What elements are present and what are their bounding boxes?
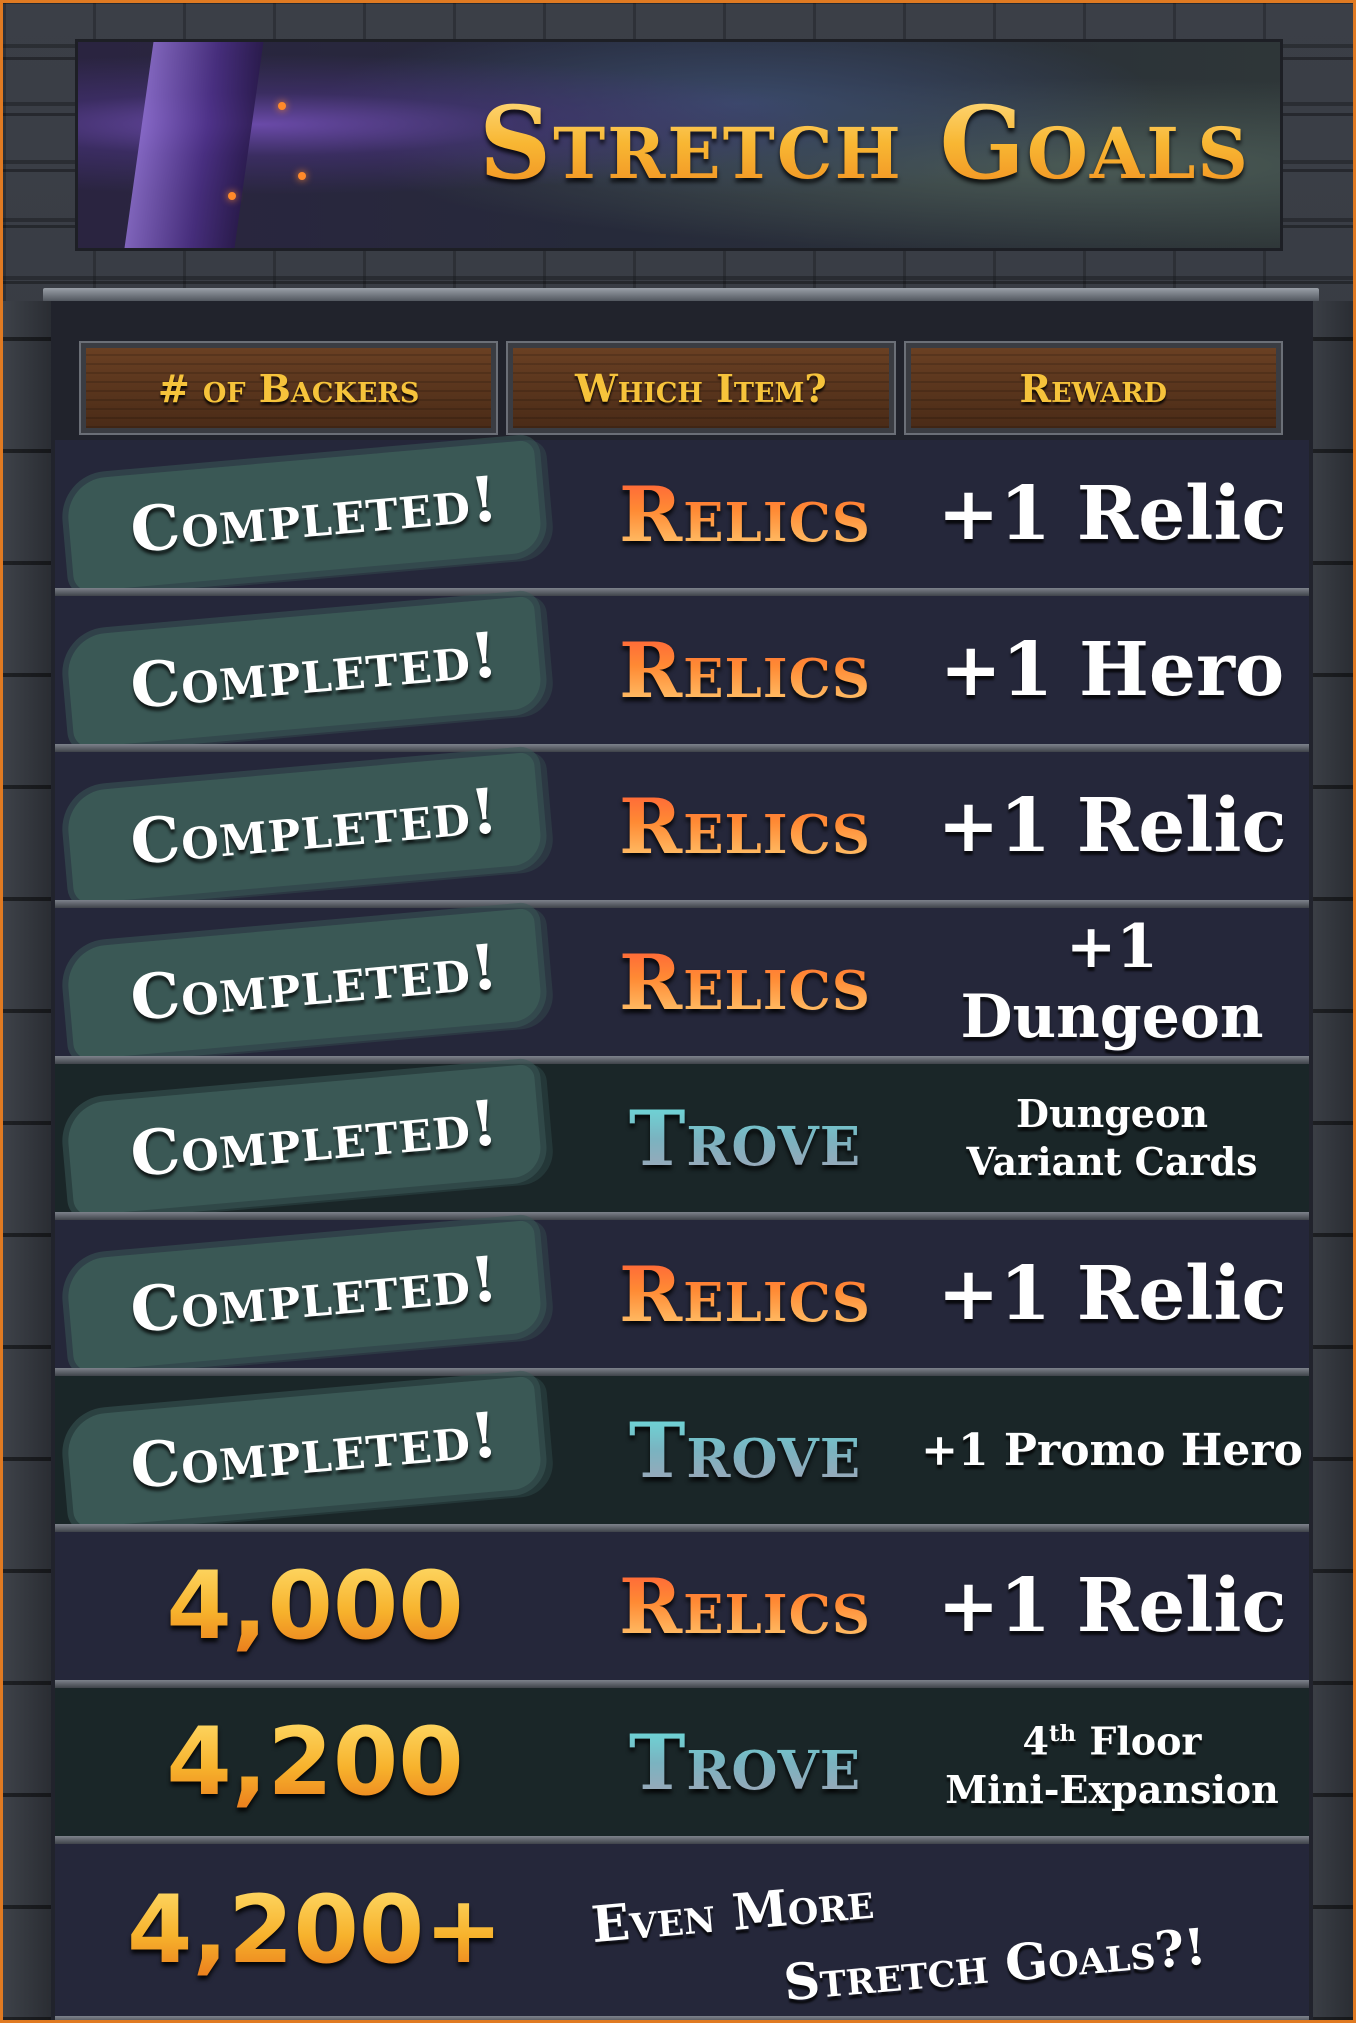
goal-cell: Completed!	[55, 751, 575, 905]
reward-label: +1 Relic	[937, 783, 1287, 869]
item-label: Trove	[628, 1717, 862, 1807]
item-label: Relics	[618, 1249, 872, 1339]
backer-goal-number: 4,200	[166, 1707, 464, 1817]
item-cell: Relics	[575, 470, 915, 559]
goal-cell: Completed!	[55, 1063, 575, 1217]
stretch-goals-poster: Stretch Goals # of Backers Which Item? R…	[0, 0, 1356, 2023]
item-label: Relics	[618, 937, 872, 1027]
header-reward: Reward	[903, 341, 1284, 435]
reward-cell: +1 Relic	[915, 1563, 1309, 1649]
backer-goal-number: 4,200+	[126, 1875, 504, 1985]
table-row: Completed! Relics +1 Relic	[55, 751, 1309, 908]
item-cell: Relics	[575, 1250, 915, 1339]
page-title: Stretch Goals	[478, 84, 1250, 202]
title-banner: Stretch Goals	[75, 39, 1283, 251]
table-row: Completed! Trove +1 Promo Hero	[55, 1375, 1309, 1532]
reward-cell: +1 Promo Hero	[915, 1425, 1309, 1476]
goal-cell: Completed!	[55, 907, 575, 1061]
item-label: Trove	[628, 1405, 862, 1495]
reward-label: +1 Relic	[937, 1251, 1287, 1337]
table-row: Completed! Trove Dungeon Variant Cards	[55, 1063, 1309, 1220]
goal-cell: Completed!	[55, 439, 575, 593]
backer-goal-number: 4,000	[166, 1551, 464, 1661]
purple-blade-art	[118, 42, 268, 248]
table-header: # of Backers Which Item? Reward	[78, 341, 1284, 435]
reward-label: +1 Relic	[937, 471, 1287, 557]
floor-number: 4	[1022, 1718, 1049, 1764]
item-label: Relics	[618, 469, 872, 559]
reward-cell: +1 Relic	[915, 1251, 1309, 1337]
metal-ledge	[43, 288, 1319, 302]
reward-cell: Dungeon Variant Cards	[915, 1090, 1309, 1186]
goal-cell: Completed!	[55, 1375, 575, 1529]
reward-line-2: Variant Cards	[966, 1139, 1258, 1184]
item-label: Trove	[628, 1093, 862, 1183]
item-cell: Trove	[575, 1406, 915, 1495]
reward-cell: +1 Relic	[915, 471, 1309, 557]
goal-cell: 4,200+	[55, 1844, 575, 2016]
item-cell: Trove	[575, 1718, 915, 1807]
reward-line-1: Dungeon	[1016, 1091, 1208, 1136]
floor-word: Floor	[1076, 1718, 1202, 1764]
goal-cell: 4,000	[55, 1532, 575, 1680]
ember-spark	[278, 102, 286, 110]
reward-cell: +1 Dungeon	[915, 912, 1309, 1052]
reward-line-1: 4th Floor	[915, 1710, 1309, 1766]
table-row: Completed! Relics +1 Hero	[55, 595, 1309, 752]
table-row: 4,200 Trove 4th Floor Mini-Expansion	[55, 1688, 1309, 1844]
reward-line-2: Mini-Expansion	[945, 1766, 1279, 1812]
reward-label: +1 Hero	[939, 627, 1285, 713]
more-line-1: Even More	[588, 1870, 876, 1955]
header-backers: # of Backers	[78, 341, 499, 435]
reward-label: +1 Dungeon	[960, 912, 1264, 1052]
reward-cell: 4th Floor Mini-Expansion	[915, 1710, 1309, 1814]
table-row: Completed! Relics +1 Relic	[55, 1219, 1309, 1376]
more-goals-teaser: Even More Stretch Goals?!	[583, 1863, 1303, 2013]
item-cell: Relics	[575, 1562, 915, 1651]
reward-cell: +1 Hero	[915, 627, 1309, 713]
goal-cell: Completed!	[55, 1219, 575, 1373]
item-cell: Relics	[575, 782, 915, 871]
goal-cell: 4,200	[55, 1688, 575, 1836]
item-label: Relics	[618, 781, 872, 871]
goal-cell: Completed!	[55, 595, 575, 749]
floor-ordinal: th	[1048, 1721, 1077, 1748]
table-row: Completed! Relics +1 Relic	[55, 439, 1309, 596]
reward-label: 4th Floor Mini-Expansion	[915, 1710, 1309, 1814]
item-cell: Relics	[575, 938, 915, 1027]
left-pillar	[3, 301, 51, 2020]
ember-spark	[228, 192, 236, 200]
reward-label: +1 Relic	[937, 1563, 1287, 1649]
reward-cell: +1 Relic	[915, 783, 1309, 869]
item-cell: Relics	[575, 626, 915, 715]
table-row: 4,000 Relics +1 Relic	[55, 1532, 1309, 1688]
table-row: Completed! Relics +1 Dungeon	[55, 907, 1309, 1064]
item-cell: Trove	[575, 1094, 915, 1183]
header-item: Which Item?	[506, 341, 896, 435]
ember-spark	[298, 172, 306, 180]
reward-label: +1 Promo Hero	[921, 1424, 1303, 1476]
reward-label: Dungeon Variant Cards	[915, 1090, 1309, 1186]
item-label: Relics	[618, 1561, 872, 1651]
item-label: Relics	[618, 625, 872, 715]
